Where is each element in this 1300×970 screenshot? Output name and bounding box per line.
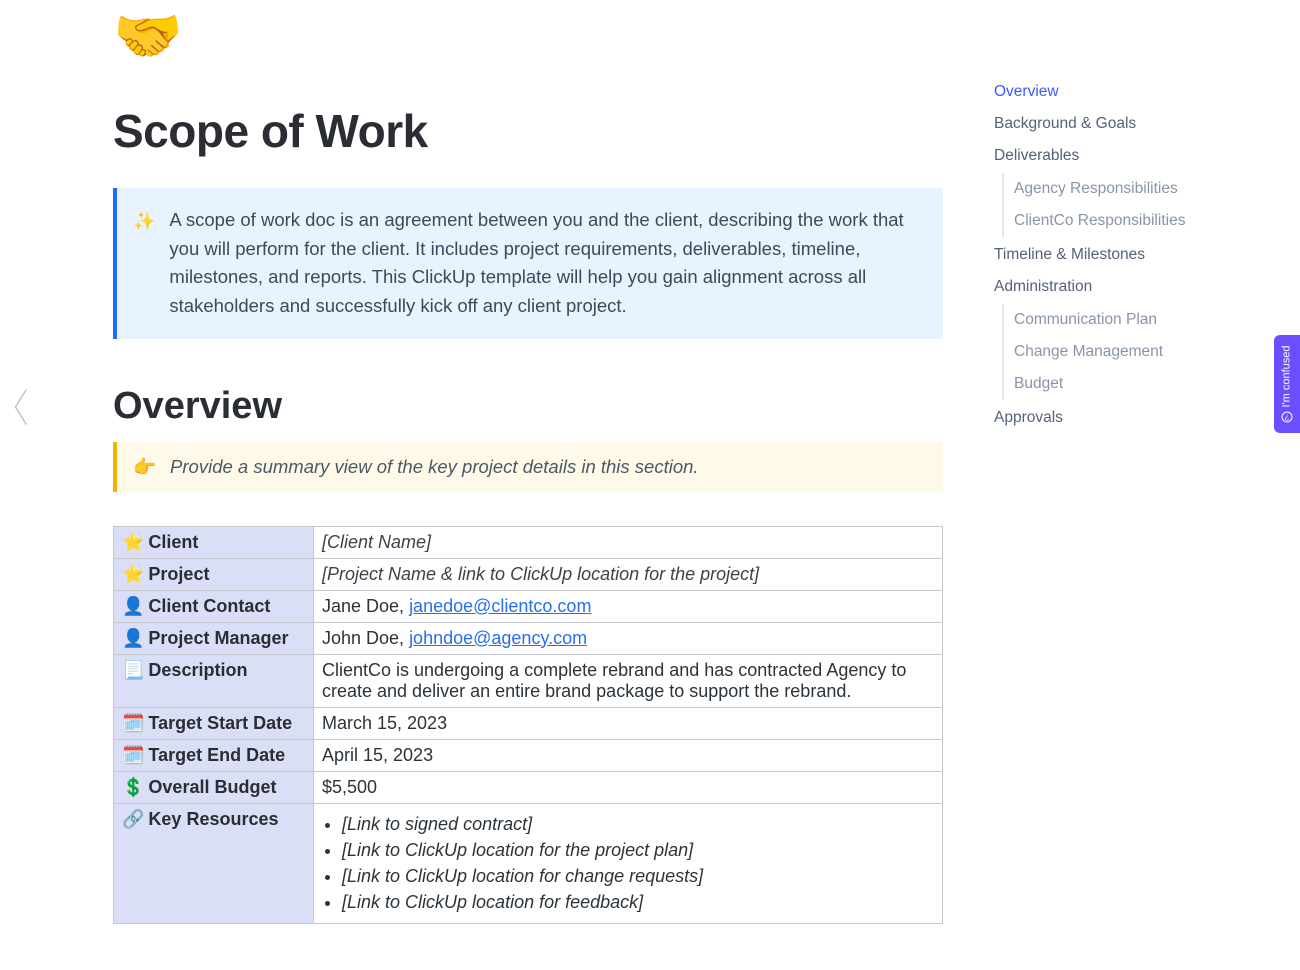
pm-value[interactable]: John Doe, johndoe@agency.com	[314, 622, 943, 654]
calendar-icon: 🗓️	[122, 713, 144, 734]
toc-item-comm-plan[interactable]: Communication Plan	[1014, 304, 1204, 336]
sparkles-icon: ✨	[133, 208, 155, 321]
end-date-value[interactable]: April 15, 2023	[314, 739, 943, 771]
toc-item-overview[interactable]: Overview	[994, 76, 1204, 108]
client-contact-email[interactable]: janedoe@clientco.com	[409, 596, 591, 616]
star-icon: ⭐	[122, 564, 144, 585]
row-label: Target End Date	[148, 745, 285, 765]
table-row: ⭐Client [Client Name]	[114, 526, 943, 558]
toc-item-client-resp[interactable]: ClientCo Responsibilities	[1014, 205, 1204, 237]
toc-item-timeline[interactable]: Timeline & Milestones	[994, 239, 1204, 271]
help-icon: ?	[1282, 412, 1293, 423]
row-label: Client	[148, 532, 198, 552]
row-label: Project	[148, 564, 209, 584]
table-row: 🗓️Target Start Date March 15, 2023	[114, 707, 943, 739]
resource-link[interactable]: [Link to ClickUp location for the projec…	[342, 840, 934, 861]
pointing-right-icon: 👉	[133, 456, 156, 478]
toc-item-administration[interactable]: Administration	[994, 271, 1204, 303]
overview-heading: Overview	[113, 385, 943, 428]
star-icon: ⭐	[122, 532, 144, 553]
resource-link[interactable]: [Link to signed contract]	[342, 814, 934, 835]
intro-callout-text: A scope of work doc is an agreement betw…	[169, 206, 921, 321]
toc-item-change-mgmt[interactable]: Change Management	[1014, 336, 1204, 368]
toc-item-background[interactable]: Background & Goals	[994, 108, 1204, 140]
toc-item-approvals[interactable]: Approvals	[994, 402, 1204, 434]
page-title: Scope of Work	[113, 104, 943, 158]
pm-email[interactable]: johndoe@agency.com	[409, 628, 587, 648]
toc-item-budget[interactable]: Budget	[1014, 368, 1204, 400]
feedback-tab[interactable]: ? I'm confused	[1274, 335, 1300, 433]
toc-item-agency-resp[interactable]: Agency Responsibilities	[1014, 173, 1204, 205]
row-label: Project Manager	[148, 628, 288, 648]
budget-value[interactable]: $5,500	[314, 771, 943, 803]
row-label: Description	[148, 660, 247, 680]
dollar-icon: 💲	[122, 777, 144, 798]
client-value[interactable]: [Client Name]	[314, 526, 943, 558]
row-label: Target Start Date	[148, 713, 292, 733]
intro-callout: ✨ A scope of work doc is an agreement be…	[113, 188, 943, 339]
person-icon: 👤	[122, 596, 144, 617]
table-row: 🔗Key Resources [Link to signed contract]…	[114, 803, 943, 923]
row-label: Overall Budget	[148, 777, 276, 797]
calendar-icon: 🗓️	[122, 745, 144, 766]
start-date-value[interactable]: March 15, 2023	[314, 707, 943, 739]
link-icon: 🔗	[122, 809, 144, 830]
document-main: 🤝 Scope of Work ✨ A scope of work doc is…	[113, 0, 943, 924]
table-row: 💲Overall Budget $5,500	[114, 771, 943, 803]
table-row: 🗓️Target End Date April 15, 2023	[114, 739, 943, 771]
person-icon: 👤	[122, 628, 144, 649]
resource-link[interactable]: [Link to ClickUp location for change req…	[342, 866, 934, 887]
handshake-icon: 🤝	[113, 8, 943, 64]
client-contact-value[interactable]: Jane Doe, janedoe@clientco.com	[314, 590, 943, 622]
feedback-tab-label: I'm confused	[1281, 345, 1293, 407]
overview-hint-text: Provide a summary view of the key projec…	[170, 456, 699, 478]
resource-link[interactable]: [Link to ClickUp location for feedback]	[342, 892, 934, 913]
row-label: Key Resources	[148, 809, 278, 829]
table-row: ⭐Project [Project Name & link to ClickUp…	[114, 558, 943, 590]
toc-item-deliverables[interactable]: Deliverables	[994, 140, 1204, 172]
table-row: 👤Client Contact Jane Doe, janedoe@client…	[114, 590, 943, 622]
table-of-contents: Overview Background & Goals Deliverables…	[994, 76, 1204, 433]
table-row: 👤Project Manager John Doe, johndoe@agenc…	[114, 622, 943, 654]
resources-value[interactable]: [Link to signed contract] [Link to Click…	[314, 803, 943, 923]
row-label: Client Contact	[148, 596, 270, 616]
overview-table: ⭐Client [Client Name] ⭐Project [Project …	[113, 526, 943, 924]
table-row: 📃Description ClientCo is undergoing a co…	[114, 654, 943, 707]
project-value[interactable]: [Project Name & link to ClickUp location…	[314, 558, 943, 590]
page-icon: 📃	[122, 660, 144, 681]
prev-page-chevron[interactable]	[8, 385, 36, 429]
overview-hint: 👉 Provide a summary view of the key proj…	[113, 442, 943, 492]
description-value[interactable]: ClientCo is undergoing a complete rebran…	[314, 654, 943, 707]
